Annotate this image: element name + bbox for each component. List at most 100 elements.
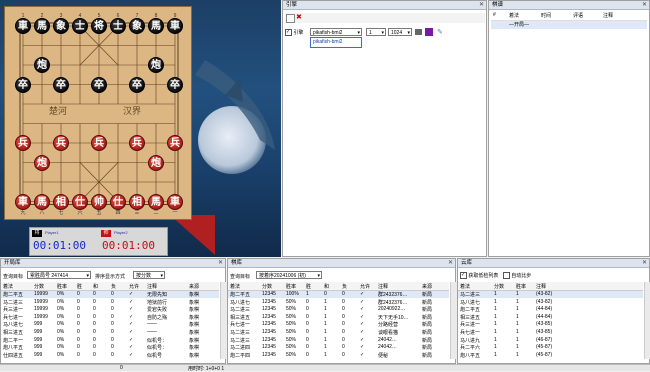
close-icon[interactable]: ✕: [479, 1, 484, 9]
cloud-row[interactable]: 马八进七 1 1 (43-82): [458, 299, 643, 306]
mybook-column-header[interactable]: 分数: [262, 283, 272, 290]
mybook-column-header[interactable]: 负: [342, 283, 347, 290]
mybook-row[interactable]: 炮二平四 12345 50% 0 1 0 ✓ 便秘 新局: [228, 352, 449, 359]
close-icon[interactable]: ✕: [642, 1, 647, 9]
red-piece[interactable]: 馬: [148, 193, 164, 210]
cloud-column-header[interactable]: 注释: [536, 283, 546, 290]
red-piece[interactable]: 兵: [167, 135, 183, 151]
opening-row[interactable]: 兵三进一 19999 0% 0 0 0 ✓ 爱宕失败 象棋: [1, 306, 219, 313]
opening-column-header[interactable]: 着法: [3, 283, 13, 290]
red-piece[interactable]: 仕: [110, 193, 126, 210]
opening-column-header[interactable]: 分数: [34, 283, 44, 290]
opening-column-header[interactable]: 注释: [147, 283, 157, 290]
opening-sort-select[interactable]: 按分数 ▾: [133, 271, 165, 279]
black-piece[interactable]: 炮: [34, 57, 50, 73]
red-piece[interactable]: 馬: [34, 193, 50, 210]
mybook-query-select[interactable]: 按着序20241006 (初) ▾: [256, 271, 322, 279]
engine-dropdown-option[interactable]: pikafish-bmi2: [310, 37, 362, 48]
red-piece[interactable]: 車: [15, 193, 31, 210]
opening-row[interactable]: 马八进七 999 0% 0 0 0 ✓ —— 象棋: [1, 321, 219, 328]
notation-row-selected[interactable]: —开局—: [491, 21, 647, 29]
red-piece[interactable]: 帅: [91, 193, 107, 210]
black-piece[interactable]: 炮: [148, 57, 164, 73]
delete-engine-icon[interactable]: ✖: [296, 13, 302, 21]
red-piece[interactable]: 兵: [129, 135, 145, 151]
black-piece[interactable]: 士: [72, 18, 88, 34]
cloud-row[interactable]: 炮二平五 1 1 (44-84): [458, 306, 643, 313]
opening-column-header[interactable]: 来源: [189, 283, 199, 290]
chess-board[interactable]: 123456789 九八七六五四三二一 楚河 汉界 車馬象士将士象馬車炮炮卒卒卒…: [4, 6, 192, 220]
mybook-column-header[interactable]: 来源: [422, 283, 432, 290]
mybook-column-header[interactable]: 和: [324, 283, 329, 290]
opening-column-header[interactable]: 胜: [77, 283, 82, 290]
cloud-row[interactable]: 炮八平五 1 1 (45-87): [458, 352, 643, 359]
opening-column-header[interactable]: 和: [93, 283, 98, 290]
cloud-fetch-checkbox[interactable]: ✓: [460, 272, 467, 280]
opening-row[interactable]: 炮二平一 999 0% 0 0 0 ✓ 似机号： 象棋: [1, 337, 219, 344]
black-piece[interactable]: 車: [167, 18, 183, 34]
black-piece[interactable]: 卒: [15, 76, 31, 93]
mybook-column-header[interactable]: 允许: [360, 283, 370, 290]
mybook-column-header[interactable]: 注释: [378, 283, 388, 290]
color-swatch-icon[interactable]: [425, 28, 433, 36]
opening-row[interactable]: 炮八平五 999 0% 0 0 0 ✓ 似机号： 象棋: [1, 344, 219, 351]
mybook-row[interactable]: 马二进三 12345 50% 0 1 0 ✓ 20240922… 新局: [228, 306, 449, 313]
cloud-column-header[interactable]: 分数: [494, 283, 504, 290]
red-piece[interactable]: 車: [167, 193, 183, 210]
red-piece[interactable]: 兵: [91, 135, 107, 151]
black-piece[interactable]: 象: [129, 18, 145, 34]
mybook-row[interactable]: 马八进七 12345 50% 0 1 0 ✓ 群2432376… 新局: [228, 299, 449, 306]
opening-column-header[interactable]: 负: [111, 283, 116, 290]
cloud-row[interactable]: 兵二平六 1 1 (45-87): [458, 344, 643, 351]
red-piece[interactable]: 仕: [72, 193, 88, 210]
opening-row[interactable]: 仕四进五 999 0% 0 0 0 ✓ 似机号 象棋: [1, 352, 219, 359]
mybook-row[interactable]: 相三进五 12345 50% 0 1 0 ✓ 天下无手10… 新局: [228, 314, 449, 321]
mybook-row[interactable]: 马二进四 12345 50% 0 1 0 ✓ 24042… 新局: [228, 344, 449, 351]
black-piece[interactable]: 象: [53, 18, 69, 34]
black-piece[interactable]: 卒: [129, 76, 145, 93]
cloud-scrollbar[interactable]: [644, 282, 650, 359]
settings-icon[interactable]: ✎: [437, 28, 443, 36]
mybook-row[interactable]: 马二进三 12345 50% 0 1 0 ✓ 谈眼看猫 新局: [228, 329, 449, 336]
mybook-column-header[interactable]: 胜率: [286, 283, 296, 290]
red-piece[interactable]: 兵: [15, 135, 31, 151]
black-piece[interactable]: 卒: [53, 76, 69, 93]
mybook-scrollbar[interactable]: [450, 282, 457, 359]
red-piece[interactable]: 相: [129, 193, 145, 210]
add-engine-icon[interactable]: [286, 14, 295, 23]
engine-enable-checkbox[interactable]: ✓: [285, 29, 292, 37]
opening-row[interactable]: 炮二平五 19999 0% 0 0 0 ✓ 无限先知 象棋: [1, 291, 219, 298]
red-piece[interactable]: 相: [53, 193, 69, 210]
hash-select[interactable]: 1024 ▾: [388, 28, 412, 36]
red-piece[interactable]: 炮: [34, 154, 50, 171]
red-piece[interactable]: 炮: [148, 154, 164, 171]
cloud-row[interactable]: 马八进九 1 1 (46-87): [458, 337, 643, 344]
black-piece[interactable]: 将: [91, 18, 107, 34]
black-piece[interactable]: 馬: [148, 18, 164, 34]
grid-icon[interactable]: [415, 29, 422, 35]
red-piece[interactable]: 兵: [53, 135, 69, 151]
opening-query-select[interactable]: 累胜局号 247414 ▾: [27, 271, 91, 279]
opening-scrollbar[interactable]: [220, 282, 227, 359]
black-piece[interactable]: 車: [15, 18, 31, 34]
opening-row[interactable]: 相三进五 999 0% 0 0 0 ✓ —— 象棋: [1, 329, 219, 336]
black-piece[interactable]: 士: [110, 18, 126, 34]
mybook-column-header[interactable]: 胜: [306, 283, 311, 290]
mybook-row[interactable]: 炮二平五 12345 100% 1 0 0 ✓ 群2432376… 新局: [228, 291, 449, 298]
cloud-row[interactable]: 马二进三 1 1 (43-82): [458, 291, 643, 298]
cloud-row[interactable]: 兵七进一 1 1 (43-85): [458, 329, 643, 336]
cloud-row[interactable]: 相三进五 1 1 (44-84): [458, 314, 643, 321]
black-piece[interactable]: 馬: [34, 18, 50, 34]
opening-column-header[interactable]: 胜率: [57, 283, 67, 290]
cloud-auto-checkbox[interactable]: [502, 272, 510, 280]
mybook-column-header[interactable]: 着法: [230, 283, 240, 290]
threads-select[interactable]: 1 ▾: [366, 28, 386, 36]
opening-column-header[interactable]: 允许: [129, 283, 139, 290]
opening-row[interactable]: 兵七进一 19999 0% 0 0 0 ✓ 自防之殇 象棋: [1, 314, 219, 321]
engine-select[interactable]: pikafish-bmi2 ▾: [310, 28, 362, 36]
opening-row[interactable]: 马二进三 19999 0% 0 0 0 ✓ 地狱前行 象棋: [1, 299, 219, 306]
mybook-row[interactable]: 马二进三 12345 50% 0 1 0 ✓ 24042… 新局: [228, 337, 449, 344]
close-icon[interactable]: ✕: [448, 259, 453, 267]
black-piece[interactable]: 卒: [91, 76, 107, 93]
close-icon[interactable]: ✕: [642, 259, 647, 267]
